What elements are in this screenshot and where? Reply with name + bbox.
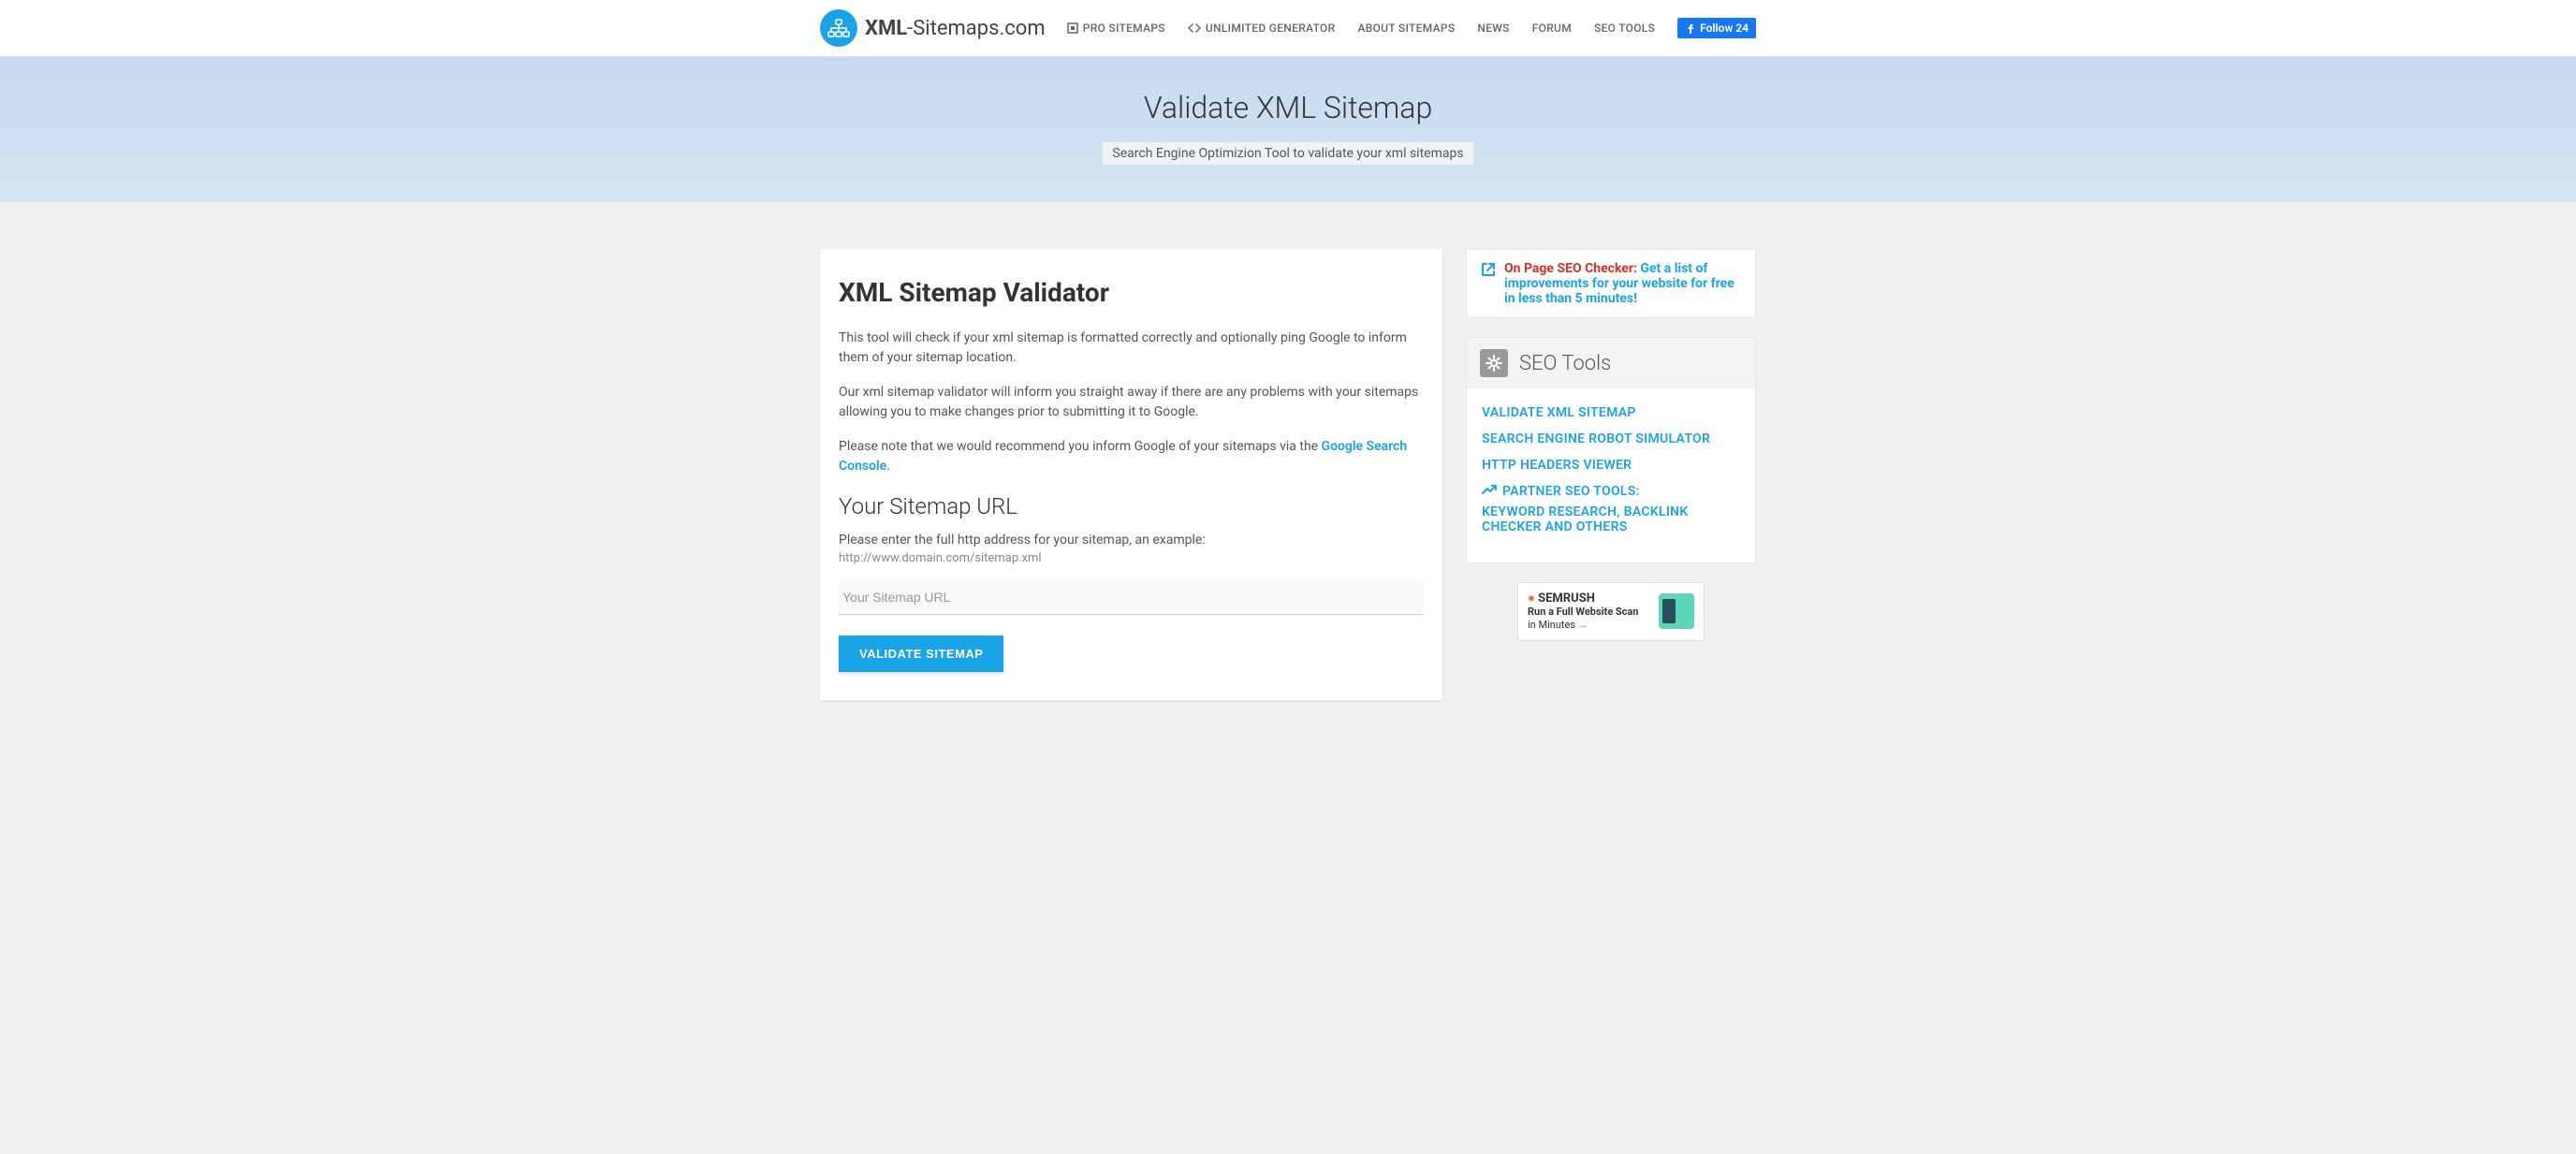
content-container: XML Sitemap Validator This tool will che… <box>820 202 1756 738</box>
seo-tools-header: SEO Tools <box>1467 338 1755 388</box>
promo-card[interactable]: On Page SEO Checker: Get a list of impro… <box>1466 249 1756 318</box>
input-example: http://www.domain.com/sitemap.xml <box>839 551 1424 565</box>
nav-label: UNLIMITED GENERATOR <box>1206 22 1336 35</box>
seo-tools-card: SEO Tools VALIDATE XML SITEMAP SEARCH EN… <box>1466 337 1756 563</box>
nav-label: PRO SITEMAPS <box>1083 22 1165 35</box>
nav-pro-sitemaps[interactable]: PRO SITEMAPS <box>1067 22 1165 35</box>
hero-banner: Validate XML Sitemap Search Engine Optim… <box>0 57 2576 202</box>
validate-sitemap-button[interactable]: VALIDATE SITEMAP <box>839 635 1003 672</box>
external-link-icon <box>1480 261 1497 306</box>
logo-link[interactable]: XML-Sitemaps.com <box>820 9 1046 47</box>
nav-forum[interactable]: FORUM <box>1532 22 1572 35</box>
main-title: XML Sitemap Validator <box>839 277 1424 308</box>
sitemap-url-input[interactable] <box>839 580 1424 615</box>
semrush-ad[interactable]: ● SEMRUSH Run a Full Website Scan in Min… <box>1517 582 1705 641</box>
hero-subtitle: Search Engine Optimizion Tool to validat… <box>1103 142 1472 165</box>
seo-tools-list: VALIDATE XML SITEMAP SEARCH ENGINE ROBOT… <box>1467 388 1755 562</box>
nav-about-sitemaps[interactable]: ABOUT SITEMAPS <box>1357 22 1455 35</box>
semrush-graphic-icon <box>1659 593 1694 629</box>
tool-link-validate-sitemap[interactable]: VALIDATE XML SITEMAP <box>1482 405 1740 420</box>
sidebar: On Page SEO Checker: Get a list of impro… <box>1466 249 1756 641</box>
facebook-follow-button[interactable]: Follow 24 <box>1677 18 1756 38</box>
intro-para-2: Our xml sitemap validator will inform yo… <box>839 383 1424 422</box>
nav-news[interactable]: NEWS <box>1477 22 1509 35</box>
promo-text: On Page SEO Checker: Get a list of impro… <box>1504 261 1742 306</box>
nav-label: NEWS <box>1477 22 1509 35</box>
tool-link-http-headers[interactable]: HTTP HEADERS VIEWER <box>1482 458 1740 473</box>
semrush-text: Run a Full Website Scan in Minutes → <box>1528 606 1651 633</box>
trending-up-icon <box>1482 484 1497 499</box>
seo-tools-title: SEO Tools <box>1519 352 1611 375</box>
intro-para-1: This tool will check if your xml sitemap… <box>839 329 1424 368</box>
nav-unlimited-generator[interactable]: UNLIMITED GENERATOR <box>1188 22 1336 35</box>
intro-para-3: Please note that we would recommend you … <box>839 437 1424 476</box>
nav-seo-tools[interactable]: SEO TOOLS <box>1594 22 1655 35</box>
tool-link-partner-tools[interactable]: PARTNER SEO TOOLS: <box>1482 484 1740 499</box>
main-nav: PRO SITEMAPS UNLIMITED GENERATOR ABOUT S… <box>1067 18 1756 38</box>
logo-icon <box>820 9 857 47</box>
tool-link-partner-sub[interactable]: KEYWORD RESEARCH, BACKLINK CHECKER AND O… <box>1482 504 1740 534</box>
nav-label: SEO TOOLS <box>1594 22 1655 35</box>
nav-label: FORUM <box>1532 22 1572 35</box>
logo-text: XML-Sitemaps.com <box>865 17 1046 40</box>
input-label: Please enter the full http address for y… <box>839 533 1424 548</box>
site-header: XML-Sitemaps.com PRO SITEMAPS UNLIMITED … <box>0 0 2576 57</box>
tool-link-robot-simulator[interactable]: SEARCH ENGINE ROBOT SIMULATOR <box>1482 431 1740 446</box>
facebook-icon <box>1685 22 1696 34</box>
main-card: XML Sitemap Validator This tool will che… <box>820 249 1442 700</box>
para3-prefix: Please note that we would recommend you … <box>839 439 1322 454</box>
semrush-logo: ● SEMRUSH <box>1528 591 1651 606</box>
fb-follow-label: Follow 24 <box>1700 22 1749 35</box>
para3-suffix: . <box>886 459 890 474</box>
promo-red: On Page SEO Checker: <box>1504 261 1637 276</box>
code-icon <box>1188 23 1201 33</box>
hero-title: Validate XML Sitemap <box>0 90 2576 125</box>
square-icon <box>1067 22 1078 34</box>
sitemap-url-heading: Your Sitemap URL <box>839 493 1424 519</box>
gear-icon <box>1480 349 1508 377</box>
partner-label: PARTNER SEO TOOLS: <box>1502 484 1640 499</box>
nav-label: ABOUT SITEMAPS <box>1357 22 1455 35</box>
